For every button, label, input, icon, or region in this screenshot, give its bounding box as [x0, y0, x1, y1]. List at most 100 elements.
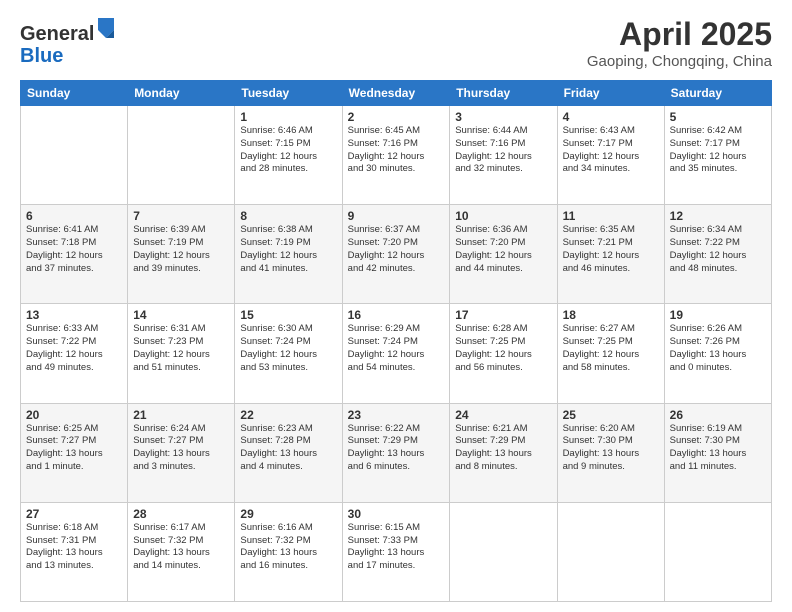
day-cell: 5Sunrise: 6:42 AM Sunset: 7:17 PM Daylig… — [664, 106, 771, 205]
day-cell: 12Sunrise: 6:34 AM Sunset: 7:22 PM Dayli… — [664, 205, 771, 304]
day-info: Sunrise: 6:16 AM Sunset: 7:32 PM Dayligh… — [240, 522, 336, 573]
day-number: 4 — [563, 110, 659, 124]
day-info: Sunrise: 6:35 AM Sunset: 7:21 PM Dayligh… — [563, 224, 659, 275]
day-number: 28 — [133, 507, 229, 521]
day-info: Sunrise: 6:23 AM Sunset: 7:28 PM Dayligh… — [240, 423, 336, 474]
header-cell-friday: Friday — [557, 81, 664, 106]
day-info: Sunrise: 6:41 AM Sunset: 7:18 PM Dayligh… — [26, 224, 122, 275]
day-info: Sunrise: 6:44 AM Sunset: 7:16 PM Dayligh… — [455, 125, 551, 176]
day-info: Sunrise: 6:22 AM Sunset: 7:29 PM Dayligh… — [348, 423, 445, 474]
header-cell-sunday: Sunday — [21, 81, 128, 106]
day-number: 23 — [348, 408, 445, 422]
day-number: 16 — [348, 308, 445, 322]
day-number: 25 — [563, 408, 659, 422]
day-cell: 20Sunrise: 6:25 AM Sunset: 7:27 PM Dayli… — [21, 403, 128, 502]
day-info: Sunrise: 6:21 AM Sunset: 7:29 PM Dayligh… — [455, 423, 551, 474]
day-number: 29 — [240, 507, 336, 521]
day-info: Sunrise: 6:19 AM Sunset: 7:30 PM Dayligh… — [670, 423, 766, 474]
day-info: Sunrise: 6:34 AM Sunset: 7:22 PM Dayligh… — [670, 224, 766, 275]
day-info: Sunrise: 6:27 AM Sunset: 7:25 PM Dayligh… — [563, 323, 659, 374]
day-number: 30 — [348, 507, 445, 521]
day-number: 15 — [240, 308, 336, 322]
day-cell — [557, 502, 664, 601]
day-cell: 4Sunrise: 6:43 AM Sunset: 7:17 PM Daylig… — [557, 106, 664, 205]
day-number: 9 — [348, 209, 445, 223]
header-row: SundayMondayTuesdayWednesdayThursdayFrid… — [21, 81, 772, 106]
day-cell: 13Sunrise: 6:33 AM Sunset: 7:22 PM Dayli… — [21, 304, 128, 403]
day-number: 10 — [455, 209, 551, 223]
day-info: Sunrise: 6:38 AM Sunset: 7:19 PM Dayligh… — [240, 224, 336, 275]
logo-general: General — [20, 23, 94, 45]
header-cell-saturday: Saturday — [664, 81, 771, 106]
day-number: 24 — [455, 408, 551, 422]
header-cell-tuesday: Tuesday — [235, 81, 342, 106]
day-info: Sunrise: 6:18 AM Sunset: 7:31 PM Dayligh… — [26, 522, 122, 573]
calendar-table: SundayMondayTuesdayWednesdayThursdayFrid… — [20, 80, 772, 602]
day-number: 7 — [133, 209, 229, 223]
day-cell: 23Sunrise: 6:22 AM Sunset: 7:29 PM Dayli… — [342, 403, 450, 502]
day-info: Sunrise: 6:20 AM Sunset: 7:30 PM Dayligh… — [563, 423, 659, 474]
day-number: 20 — [26, 408, 122, 422]
day-cell: 22Sunrise: 6:23 AM Sunset: 7:28 PM Dayli… — [235, 403, 342, 502]
day-number: 17 — [455, 308, 551, 322]
week-row-3: 20Sunrise: 6:25 AM Sunset: 7:27 PM Dayli… — [21, 403, 772, 502]
day-cell: 25Sunrise: 6:20 AM Sunset: 7:30 PM Dayli… — [557, 403, 664, 502]
page: General Blue April 2025 Gaoping, Chongqi… — [0, 0, 792, 612]
header-cell-thursday: Thursday — [450, 81, 557, 106]
day-cell — [450, 502, 557, 601]
week-row-0: 1Sunrise: 6:46 AM Sunset: 7:15 PM Daylig… — [21, 106, 772, 205]
day-info: Sunrise: 6:42 AM Sunset: 7:17 PM Dayligh… — [670, 125, 766, 176]
day-number: 8 — [240, 209, 336, 223]
day-cell — [21, 106, 128, 205]
day-info: Sunrise: 6:25 AM Sunset: 7:27 PM Dayligh… — [26, 423, 122, 474]
day-cell: 1Sunrise: 6:46 AM Sunset: 7:15 PM Daylig… — [235, 106, 342, 205]
header-cell-wednesday: Wednesday — [342, 81, 450, 106]
header: General Blue April 2025 Gaoping, Chongqi… — [20, 16, 772, 70]
day-cell: 6Sunrise: 6:41 AM Sunset: 7:18 PM Daylig… — [21, 205, 128, 304]
day-cell: 18Sunrise: 6:27 AM Sunset: 7:25 PM Dayli… — [557, 304, 664, 403]
day-cell: 10Sunrise: 6:36 AM Sunset: 7:20 PM Dayli… — [450, 205, 557, 304]
week-row-1: 6Sunrise: 6:41 AM Sunset: 7:18 PM Daylig… — [21, 205, 772, 304]
calendar-title: April 2025 — [587, 16, 772, 53]
day-info: Sunrise: 6:30 AM Sunset: 7:24 PM Dayligh… — [240, 323, 336, 374]
day-cell: 2Sunrise: 6:45 AM Sunset: 7:16 PM Daylig… — [342, 106, 450, 205]
day-cell: 29Sunrise: 6:16 AM Sunset: 7:32 PM Dayli… — [235, 502, 342, 601]
day-number: 11 — [563, 209, 659, 223]
day-info: Sunrise: 6:15 AM Sunset: 7:33 PM Dayligh… — [348, 522, 445, 573]
day-cell: 17Sunrise: 6:28 AM Sunset: 7:25 PM Dayli… — [450, 304, 557, 403]
day-info: Sunrise: 6:46 AM Sunset: 7:15 PM Dayligh… — [240, 125, 336, 176]
day-info: Sunrise: 6:45 AM Sunset: 7:16 PM Dayligh… — [348, 125, 445, 176]
day-number: 2 — [348, 110, 445, 124]
day-info: Sunrise: 6:24 AM Sunset: 7:27 PM Dayligh… — [133, 423, 229, 474]
day-cell: 21Sunrise: 6:24 AM Sunset: 7:27 PM Dayli… — [128, 403, 235, 502]
day-cell: 24Sunrise: 6:21 AM Sunset: 7:29 PM Dayli… — [450, 403, 557, 502]
logo: General Blue — [20, 16, 116, 67]
day-number: 1 — [240, 110, 336, 124]
day-info: Sunrise: 6:36 AM Sunset: 7:20 PM Dayligh… — [455, 224, 551, 275]
day-number: 19 — [670, 308, 766, 322]
day-number: 3 — [455, 110, 551, 124]
logo-icon — [96, 16, 116, 40]
day-info: Sunrise: 6:33 AM Sunset: 7:22 PM Dayligh… — [26, 323, 122, 374]
day-info: Sunrise: 6:39 AM Sunset: 7:19 PM Dayligh… — [133, 224, 229, 275]
day-number: 6 — [26, 209, 122, 223]
day-number: 14 — [133, 308, 229, 322]
day-cell: 7Sunrise: 6:39 AM Sunset: 7:19 PM Daylig… — [128, 205, 235, 304]
day-cell — [664, 502, 771, 601]
calendar-subtitle: Gaoping, Chongqing, China — [587, 53, 772, 70]
day-cell: 16Sunrise: 6:29 AM Sunset: 7:24 PM Dayli… — [342, 304, 450, 403]
day-info: Sunrise: 6:29 AM Sunset: 7:24 PM Dayligh… — [348, 323, 445, 374]
day-cell: 9Sunrise: 6:37 AM Sunset: 7:20 PM Daylig… — [342, 205, 450, 304]
week-row-2: 13Sunrise: 6:33 AM Sunset: 7:22 PM Dayli… — [21, 304, 772, 403]
day-number: 5 — [670, 110, 766, 124]
title-block: April 2025 Gaoping, Chongqing, China — [587, 16, 772, 70]
day-info: Sunrise: 6:28 AM Sunset: 7:25 PM Dayligh… — [455, 323, 551, 374]
day-cell: 30Sunrise: 6:15 AM Sunset: 7:33 PM Dayli… — [342, 502, 450, 601]
day-cell — [128, 106, 235, 205]
day-cell: 28Sunrise: 6:17 AM Sunset: 7:32 PM Dayli… — [128, 502, 235, 601]
day-info: Sunrise: 6:31 AM Sunset: 7:23 PM Dayligh… — [133, 323, 229, 374]
day-number: 27 — [26, 507, 122, 521]
day-cell: 26Sunrise: 6:19 AM Sunset: 7:30 PM Dayli… — [664, 403, 771, 502]
day-number: 13 — [26, 308, 122, 322]
day-cell: 15Sunrise: 6:30 AM Sunset: 7:24 PM Dayli… — [235, 304, 342, 403]
